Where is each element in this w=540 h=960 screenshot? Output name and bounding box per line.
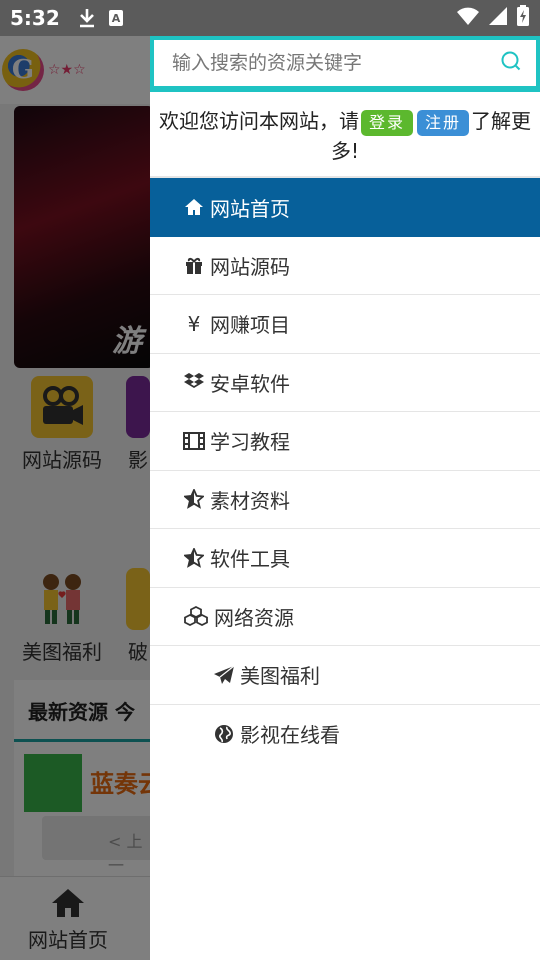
status-bar: 5:32 A — [0, 0, 540, 36]
menu-item-materials[interactable]: 素材资料 — [150, 471, 540, 529]
menu-item-home[interactable]: 网站首页 — [150, 178, 540, 237]
svg-text:A: A — [111, 12, 120, 25]
menu-item-software-tools[interactable]: 软件工具 — [150, 529, 540, 588]
star-half-icon — [182, 546, 206, 570]
menu-label: 影视在线看 — [240, 723, 340, 748]
dropbox-icon — [182, 370, 206, 394]
download-icon — [78, 8, 96, 28]
menu-item-online-video[interactable]: 影视在线看 — [150, 705, 540, 764]
welcome-text: 欢迎您访问本网站，请 — [158, 109, 359, 133]
menu-item-make-money[interactable]: ¥ 网赚项目 — [150, 295, 540, 354]
yen-icon: ¥ — [187, 311, 201, 336]
menu-label: 网站首页 — [210, 196, 290, 221]
menu-label: 美图福利 — [240, 664, 320, 689]
battery-charging-icon — [516, 5, 530, 31]
search-input[interactable] — [172, 52, 500, 74]
home-icon — [182, 195, 206, 219]
menu-item-android-apps[interactable]: 安卓软件 — [150, 354, 540, 412]
menu-label: 网络资源 — [214, 605, 294, 630]
cubes-icon — [182, 604, 210, 628]
film-icon — [182, 429, 206, 453]
welcome-message: 欢迎您访问本网站，请 登录 注册 了解更多! — [150, 98, 540, 176]
menu-label: 学习教程 — [210, 430, 290, 455]
menu-label: 网赚项目 — [210, 313, 290, 338]
menu-label: 安卓软件 — [210, 371, 290, 396]
paper-plane-icon — [212, 663, 236, 687]
wifi-icon — [456, 6, 480, 30]
register-button[interactable]: 注册 — [417, 110, 470, 136]
login-button[interactable]: 登录 — [360, 110, 413, 136]
search-box — [154, 40, 536, 86]
keyboard-a-icon: A — [108, 9, 124, 27]
search-icon[interactable] — [500, 50, 522, 76]
globe-icon — [212, 722, 236, 746]
menu-label: 网站源码 — [210, 254, 290, 279]
menu-item-website-source[interactable]: 网站源码 — [150, 237, 540, 295]
gift-icon — [182, 253, 206, 277]
status-time: 5:32 — [10, 6, 60, 30]
search-bar — [150, 36, 540, 92]
menu-item-network-resources[interactable]: 网络资源 — [150, 588, 540, 646]
nav-menu: 网站首页 网站源码 ¥ 网赚项目 安卓软件 学习教程 素材资料 软件工具 网络资… — [150, 176, 540, 763]
signal-icon — [488, 6, 508, 30]
menu-label: 素材资料 — [210, 488, 290, 513]
menu-item-tutorials[interactable]: 学习教程 — [150, 412, 540, 471]
menu-label: 软件工具 — [210, 547, 290, 572]
menu-item-pictures[interactable]: 美图福利 — [150, 646, 540, 705]
star-half-icon — [182, 487, 206, 511]
side-drawer: 欢迎您访问本网站，请登录注册了解更多! 网站首页 网站源码 ¥ 网赚项目 安卓软… — [150, 36, 540, 960]
